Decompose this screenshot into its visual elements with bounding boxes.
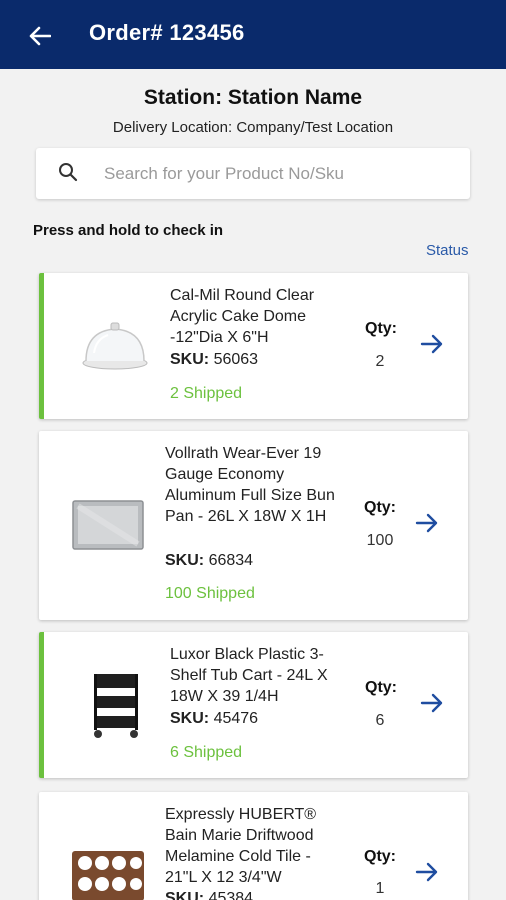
search-icon: [56, 160, 80, 184]
item-sku: SKU: 45384: [165, 890, 253, 900]
qty-label: Qty:: [364, 499, 396, 516]
order-title: Order# 123456: [89, 20, 245, 45]
sku-label: SKU:: [170, 351, 210, 368]
item-name: Luxor Black Plastic 3-Shelf Tub Cart - 2…: [170, 646, 328, 705]
arrow-right-icon[interactable]: [419, 331, 445, 357]
arrow-right-icon[interactable]: [414, 859, 440, 885]
search-input[interactable]: [104, 148, 424, 199]
status-link[interactable]: Status: [426, 242, 469, 259]
cake-dome-icon: [80, 317, 150, 373]
qty-value: 1: [375, 880, 385, 897]
item-name: Vollrath Wear-Ever 19 Gauge Economy Alum…: [165, 445, 335, 525]
qty-label: Qty:: [365, 320, 397, 337]
shipped-status: 2 Shipped: [170, 385, 243, 402]
item-sku: SKU: 56063: [170, 351, 258, 369]
qty-value: 100: [366, 532, 394, 549]
order-item-card[interactable]: Cal-Mil Round Clear Acrylic Cake Dome -1…: [39, 273, 468, 419]
tub-cart-icon: [90, 670, 142, 740]
item-sku: SKU: 45476: [170, 710, 258, 728]
arrow-right-icon[interactable]: [419, 690, 445, 716]
item-name: Cal-Mil Round Clear Acrylic Cake Dome -1…: [170, 287, 315, 346]
sku-value: 45476: [213, 710, 259, 727]
app-bar: Order# 123456: [0, 0, 506, 69]
back-arrow-icon[interactable]: [26, 22, 54, 50]
sku-value: 56063: [213, 351, 259, 368]
check-in-hint: Press and hold to check in: [33, 222, 224, 239]
shipped-status: 6 Shipped: [170, 744, 243, 761]
shipped-status: 100 Shipped: [165, 585, 255, 602]
order-item-card[interactable]: Expressly HUBERT® Bain Marie Driftwood M…: [39, 792, 468, 900]
qty-value: 2: [375, 353, 385, 370]
station-title: Station: Station Name: [143, 86, 363, 109]
item-name: Expressly HUBERT® Bain Marie Driftwood M…: [165, 806, 317, 886]
qty-label: Qty:: [365, 679, 397, 696]
arrow-right-icon[interactable]: [414, 510, 440, 536]
order-item-card[interactable]: Vollrath Wear-Ever 19 Gauge Economy Alum…: [39, 431, 468, 620]
search-bar[interactable]: [36, 148, 470, 199]
sku-value: 66834: [208, 552, 254, 569]
qty-value: 6: [375, 712, 385, 729]
order-item-card[interactable]: Luxor Black Plastic 3-Shelf Tub Cart - 2…: [39, 632, 468, 778]
sku-label: SKU:: [165, 890, 205, 900]
sku-value: 45384: [208, 890, 254, 900]
sku-label: SKU:: [170, 710, 210, 727]
item-sku: SKU: 66834: [165, 552, 253, 570]
delivery-location: Delivery Location: Company/Test Location: [112, 119, 394, 136]
sku-label: SKU:: [165, 552, 205, 569]
cold-tile-icon: [71, 850, 145, 900]
qty-label: Qty:: [364, 848, 396, 865]
bun-pan-icon: [71, 499, 145, 551]
